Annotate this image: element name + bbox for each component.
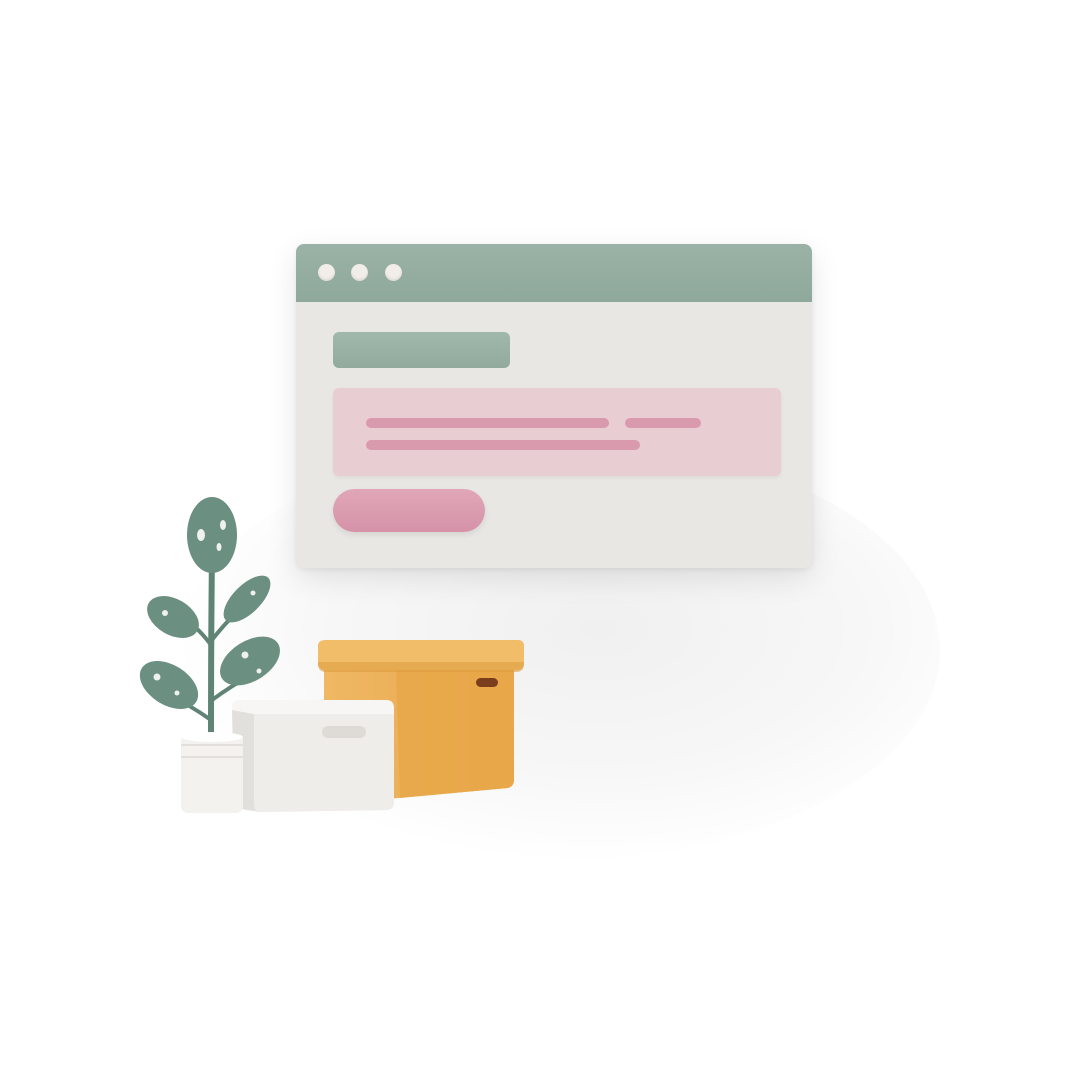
content-panel: [333, 388, 781, 476]
window-dot-icon: [318, 264, 335, 281]
text-line-placeholder: [366, 440, 640, 450]
cta-button-placeholder: [333, 489, 485, 532]
browser-window-mockup: [296, 244, 812, 568]
text-line-placeholder: [625, 418, 701, 428]
text-line-placeholder: [366, 418, 609, 428]
window-dot-icon: [351, 264, 368, 281]
potted-plant-icon: [139, 497, 280, 813]
illustration-scene: [0, 0, 1080, 1080]
window-dot-icon: [385, 264, 402, 281]
heading-placeholder: [333, 332, 510, 368]
window-title-bar: [296, 244, 812, 302]
